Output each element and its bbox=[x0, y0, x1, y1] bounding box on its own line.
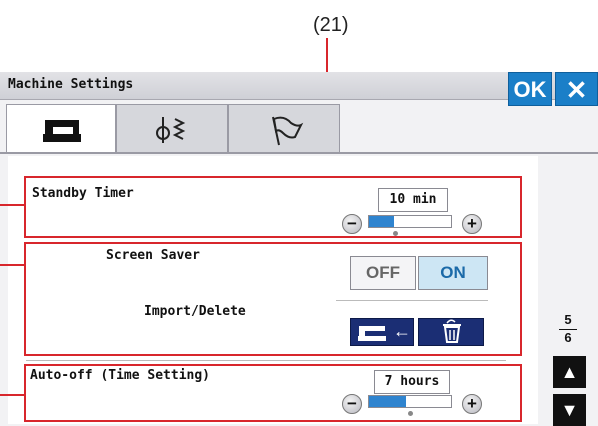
auto-off-slider[interactable] bbox=[368, 395, 452, 408]
import-button[interactable]: ← bbox=[350, 318, 414, 346]
tab-stitch[interactable] bbox=[116, 104, 228, 152]
trash-icon bbox=[443, 319, 461, 343]
standby-timer-slider-fill bbox=[369, 216, 394, 227]
page-total: 6 bbox=[564, 330, 572, 345]
standby-timer-increase-button[interactable]: + bbox=[462, 214, 482, 234]
separator bbox=[336, 300, 488, 301]
highlight-pointer bbox=[0, 204, 26, 206]
settings-screen: Machine Settings OK ✕ Standby Timer 10 m… bbox=[0, 72, 598, 426]
tab-machine[interactable] bbox=[6, 104, 116, 154]
auto-off-decrease-button[interactable]: − bbox=[342, 394, 362, 414]
tab-divider bbox=[0, 152, 598, 154]
import-delete-label: Import/Delete bbox=[144, 304, 246, 319]
screen-saver-off-button[interactable]: OFF bbox=[350, 256, 416, 290]
highlight-pointer bbox=[0, 394, 26, 396]
standby-timer-value: 10 min bbox=[378, 188, 448, 212]
close-button[interactable]: ✕ bbox=[555, 72, 598, 106]
screen-saver-label: Screen Saver bbox=[106, 248, 200, 263]
sewing-machine-icon bbox=[43, 120, 81, 142]
close-icon[interactable]: ✕ bbox=[566, 75, 588, 105]
auto-off-label: Auto-off (Time Setting) bbox=[30, 368, 211, 383]
auto-off-increase-button[interactable]: + bbox=[462, 394, 482, 414]
page-down-button[interactable]: ▼ bbox=[553, 394, 586, 426]
auto-off-value: 7 hours bbox=[374, 370, 450, 394]
standby-timer-label: Standby Timer bbox=[32, 186, 134, 201]
standby-timer-slider[interactable] bbox=[368, 215, 452, 228]
arrow-up-icon[interactable]: ▲ bbox=[561, 362, 579, 382]
auto-off-slider-fill bbox=[369, 396, 406, 407]
arrow-down-icon[interactable]: ▼ bbox=[561, 400, 579, 420]
flag-icon bbox=[272, 116, 304, 146]
page-current: 5 bbox=[564, 312, 572, 327]
needle-zigzag-icon bbox=[156, 117, 186, 143]
page-title: Machine Settings bbox=[8, 77, 134, 92]
delete-button[interactable] bbox=[418, 318, 484, 346]
separator bbox=[26, 360, 506, 361]
machine-import-icon bbox=[358, 326, 386, 341]
arrow-left-icon: ← bbox=[393, 321, 411, 341]
screen-saver-on-button[interactable]: ON bbox=[418, 256, 488, 290]
auto-off-slider-marker bbox=[408, 411, 413, 416]
highlight-pointer bbox=[0, 264, 26, 266]
ok-button[interactable]: OK bbox=[508, 72, 552, 106]
page-up-button[interactable]: ▲ bbox=[553, 356, 586, 388]
standby-timer-slider-marker bbox=[393, 231, 398, 236]
callout-label: (21) bbox=[313, 14, 349, 36]
standby-timer-decrease-button[interactable]: − bbox=[342, 214, 362, 234]
tab-language[interactable] bbox=[228, 104, 340, 152]
